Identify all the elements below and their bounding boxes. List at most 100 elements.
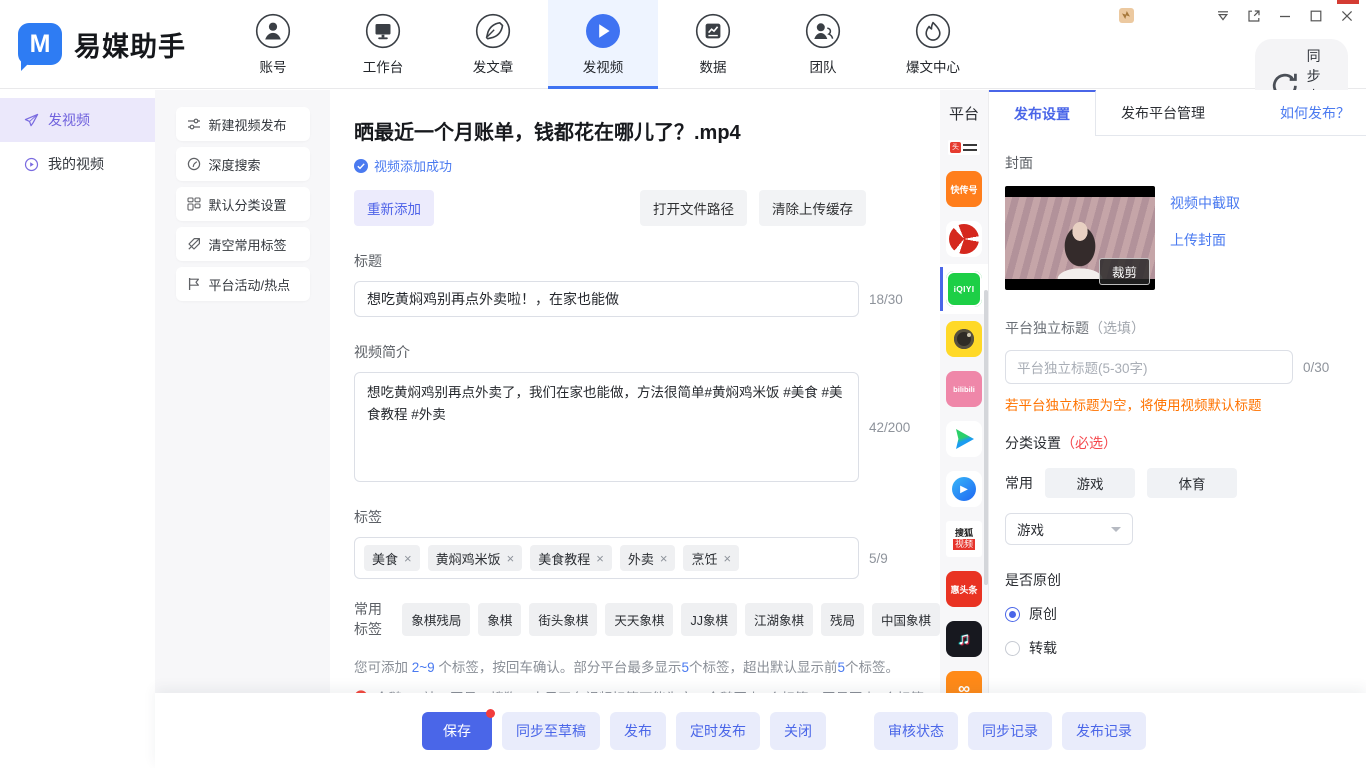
platform-item-ifeng[interactable]	[940, 214, 988, 264]
chevron-down-icon	[1111, 527, 1121, 537]
platform-item-iqiyi[interactable]: iQIYI	[940, 264, 988, 314]
category-select[interactable]: 游戏	[1005, 513, 1133, 545]
platform-item-sohu-video[interactable]: 搜狐视频	[940, 514, 988, 564]
close-icon[interactable]	[1340, 9, 1354, 23]
upload-cover-link[interactable]: 上传封面	[1170, 230, 1240, 250]
remove-tag-icon[interactable]: ×	[660, 551, 668, 566]
footer-button[interactable]: 同步至草稿	[502, 712, 600, 750]
sidebar-item-play-circle[interactable]: 我的视频	[0, 142, 155, 186]
play-circle-icon	[24, 157, 39, 172]
platform-item-haokan-video[interactable]: ▶	[940, 464, 988, 514]
footer-record-button[interactable]: 发布记录	[1062, 712, 1146, 750]
capture-from-video-link[interactable]: 视频中截取	[1170, 193, 1240, 213]
clear-upload-cache-button[interactable]: 清除上传缓存	[759, 190, 866, 226]
title-input[interactable]: 想吃黄焖鸡别再点外卖啦！，在家也能做	[354, 281, 859, 317]
common-tag-chip[interactable]: JJ象棋	[681, 603, 737, 636]
description-counter: 42/200	[869, 420, 910, 435]
upload-status: 视频添加成功	[354, 156, 940, 175]
category-option-button[interactable]: 游戏	[1045, 468, 1135, 498]
tab-platform-management[interactable]: 发布平台管理	[1096, 90, 1230, 135]
platform-item-douyin[interactable]: ♫	[940, 614, 988, 664]
cover-thumbnail[interactable]: 裁剪	[1005, 186, 1155, 290]
maximize-icon[interactable]	[1309, 9, 1323, 23]
remove-tag-icon[interactable]: ×	[507, 551, 515, 566]
radio-option[interactable]: 转载	[1005, 638, 1350, 658]
remove-tag-icon[interactable]: ×	[404, 551, 412, 566]
footer-button[interactable]: 定时发布	[676, 712, 760, 750]
tool-button-deep-search[interactable]: 深度搜索	[176, 147, 310, 181]
tags-input[interactable]: 美食×黄焖鸡米饭×美食教程×外卖×烹饪×	[354, 537, 859, 579]
tags-hint: 您可添加 2~9 个标签，按回车确认。部分平台最多显示5个标签，超出默认显示前5…	[354, 656, 940, 676]
footer-button[interactable]: 发布	[610, 712, 666, 750]
platform-item-huitoutiao[interactable]: 惠头条	[940, 564, 988, 614]
category-option-button[interactable]: 体育	[1147, 468, 1237, 498]
how-to-publish-link[interactable]: 如何发布？	[1280, 90, 1366, 135]
success-check-icon	[354, 159, 368, 173]
bilibili-icon: bilibili	[946, 371, 982, 407]
common-tag-chip[interactable]: 象棋	[478, 603, 521, 636]
platform-item-tencent-video[interactable]	[940, 414, 988, 464]
nav-item-workbench[interactable]: 工作台	[328, 0, 438, 88]
save-button[interactable]: 保存	[422, 712, 492, 750]
tool-button-tag-off[interactable]: 清空常用标签	[176, 227, 310, 261]
left-sidebar: 发视频我的视频	[0, 90, 155, 768]
tag-chip: 烹饪×	[683, 545, 739, 571]
nav-item-play[interactable]: 发视频	[548, 0, 658, 88]
footer-actions: 保存 同步至草稿发布定时发布关闭 审核状态同步记录发布记录	[155, 693, 1366, 768]
radio-checked-icon[interactable]	[1005, 607, 1020, 622]
readd-video-button[interactable]: 重新添加	[354, 190, 434, 226]
nav-item-label: 账号	[260, 56, 287, 76]
tool-button-sliders[interactable]: 新建视频发布	[176, 107, 310, 141]
common-label: 常用	[1005, 473, 1033, 493]
common-tag-chip[interactable]: 街头象棋	[529, 603, 597, 636]
radio-option[interactable]: 原创	[1005, 604, 1350, 624]
tab-publish-settings[interactable]: 发布设置	[989, 90, 1096, 136]
crop-button[interactable]: 裁剪	[1099, 258, 1150, 285]
tool-button-grid[interactable]: 默认分类设置	[176, 187, 310, 221]
common-tag-chip[interactable]: 残局	[821, 603, 864, 636]
top-nav: 账号 工作台发文章发视频数据团队 爆文中心	[218, 0, 988, 88]
tag-chip-label: 外卖	[628, 549, 654, 568]
open-file-path-button[interactable]: 打开文件路径	[640, 190, 747, 226]
nav-item-flame[interactable]: 爆文中心	[878, 0, 988, 88]
workbench-icon	[365, 13, 401, 49]
tool-button-flag[interactable]: 平台活动/热点	[176, 267, 310, 301]
nav-item-chart[interactable]: 数据	[658, 0, 768, 88]
common-tag-chip[interactable]: 中国象棋	[872, 603, 940, 636]
independent-title-input[interactable]: 平台独立标题(5-30字)	[1005, 350, 1293, 384]
description-textarea[interactable]: 想吃黄焖鸡别再点外卖了，我们在家也能做，方法很简单#黄焖鸡米饭 #美食 #美食教…	[354, 372, 859, 482]
platform-item-toutiao[interactable]: 头	[940, 130, 988, 164]
description-label: 视频简介	[354, 342, 940, 362]
platform-item-bilibili[interactable]: bilibili	[940, 364, 988, 414]
footer-button[interactable]: 关闭	[770, 712, 826, 750]
platform-item-kuaichuanhao[interactable]: 快传号	[940, 164, 988, 214]
remove-tag-icon[interactable]: ×	[596, 551, 604, 566]
remove-tag-icon[interactable]: ×	[723, 551, 731, 566]
platform-item-qutoutiao[interactable]: ∞	[940, 664, 988, 693]
camera-app-icon	[946, 321, 982, 357]
tag-chip-label: 美食	[372, 549, 398, 568]
common-tag-chip[interactable]: 象棋残局	[402, 603, 470, 636]
minimize-icon[interactable]	[1278, 9, 1292, 23]
radio-unchecked-icon[interactable]	[1005, 641, 1020, 656]
common-tags-row: 常用标签 象棋残局象棋街头象棋天天象棋JJ象棋江湖象棋残局中国象棋	[354, 599, 940, 639]
footer-record-button[interactable]: 同步记录	[968, 712, 1052, 750]
platform-item-camera-app[interactable]	[940, 314, 988, 364]
screenshot-icon[interactable]	[1247, 9, 1261, 23]
nav-item-user[interactable]: 账号	[218, 0, 328, 88]
common-tag-chip[interactable]: 天天象棋	[605, 603, 673, 636]
tray-plugin-icon[interactable]	[1119, 8, 1134, 23]
sohu-video-icon: 搜狐视频	[946, 521, 982, 557]
platform-rail-header: 平台	[949, 103, 979, 124]
common-tag-chip[interactable]: 江湖象棋	[745, 603, 813, 636]
footer-record-button[interactable]: 审核状态	[874, 712, 958, 750]
grid-icon	[187, 197, 201, 211]
hide-to-top-icon[interactable]	[1216, 9, 1230, 23]
user-icon	[255, 13, 291, 49]
nav-item-label: 团队	[810, 56, 837, 76]
sidebar-item-send[interactable]: 发视频	[0, 98, 155, 142]
upload-status-text: 视频添加成功	[374, 156, 452, 175]
nav-item-pen[interactable]: 发文章	[438, 0, 548, 88]
nav-item-team[interactable]: 团队	[768, 0, 878, 88]
original-radio-group: 原创转载	[1005, 604, 1350, 658]
